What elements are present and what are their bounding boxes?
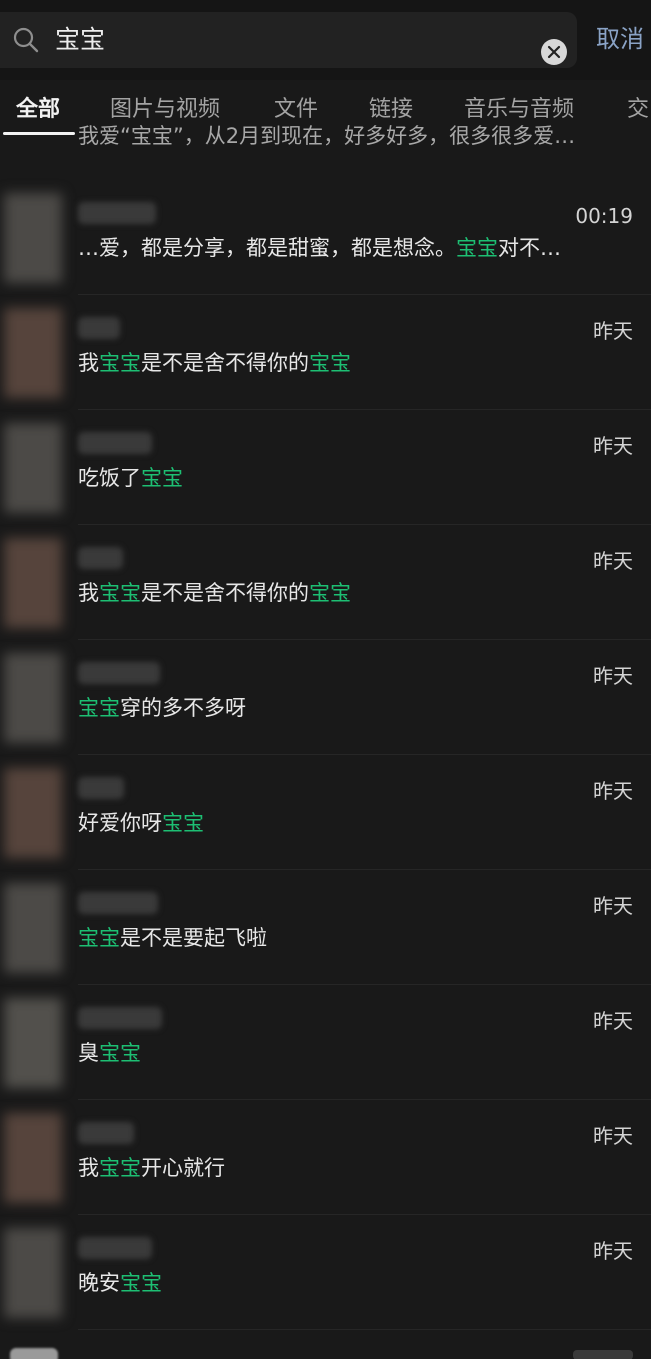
message-text: 是不是舍不得你的 xyxy=(141,581,309,605)
avatar xyxy=(10,1348,58,1359)
keyword-highlight: 宝宝 xyxy=(78,926,120,950)
result-message: 我宝宝是不是舍不得你的宝宝 xyxy=(78,578,618,608)
partial-result-row[interactable] xyxy=(0,1345,651,1359)
contact-name-redacted xyxy=(78,202,156,224)
message-text: 吃饭了 xyxy=(78,466,141,490)
result-time: 昨天 xyxy=(593,779,633,803)
result-message: 宝宝是不是要起飞啦 xyxy=(78,923,618,953)
result-message: 吃饭了宝宝 xyxy=(78,463,618,493)
result-time: 昨天 xyxy=(593,1009,633,1033)
contact-name-redacted xyxy=(78,432,152,454)
avatar xyxy=(4,308,62,398)
result-row[interactable]: 昨天吃饭了宝宝 xyxy=(0,410,651,525)
message-text: 开心就行 xyxy=(141,1156,225,1180)
message-text: 我 xyxy=(78,351,99,375)
clipped-result-snippet: 我爱“宝宝”，从2月到现在，好多好多，很多很多爱… xyxy=(78,124,576,148)
search-results-screen: 宝宝 取消 全部 图片与视频 文件 链接 音乐与音频 交 我爱“宝宝”，从2月到… xyxy=(0,0,651,1359)
result-time: 昨天 xyxy=(593,1124,633,1148)
row-divider xyxy=(78,1329,651,1330)
result-message: 晚安宝宝 xyxy=(78,1268,618,1298)
contact-name-redacted xyxy=(78,1122,134,1144)
keyword-highlight: 宝宝 xyxy=(99,1041,141,1065)
keyword-highlight: 宝宝 xyxy=(141,466,183,490)
keyword-highlight: 宝宝 xyxy=(309,581,351,605)
result-row[interactable]: 昨天我宝宝开心就行 xyxy=(0,1100,651,1215)
contact-name-redacted xyxy=(78,317,120,339)
result-time: 昨天 xyxy=(593,434,633,458)
message-text: 晚安 xyxy=(78,1271,120,1295)
contact-name-redacted xyxy=(78,777,124,799)
result-time: 昨天 xyxy=(593,549,633,573)
keyword-highlight: 宝宝 xyxy=(99,351,141,375)
message-text: 好爱你呀 xyxy=(78,811,162,835)
keyword-highlight: 宝宝 xyxy=(120,1271,162,1295)
message-text: …爱，都是分享，都是甜蜜，都是想念。 xyxy=(78,236,456,260)
avatar xyxy=(4,998,62,1088)
keyword-highlight: 宝宝 xyxy=(456,236,498,260)
contact-name-redacted xyxy=(78,547,123,569)
result-row[interactable]: 昨天 我宝宝是不是舍不得你的宝宝 xyxy=(0,525,651,640)
keyword-highlight: 宝宝 xyxy=(99,1156,141,1180)
message-text: 臭 xyxy=(78,1041,99,1065)
avatar xyxy=(4,768,62,858)
keyword-highlight: 宝宝 xyxy=(162,811,204,835)
result-message: 宝宝穿的多不多呀 xyxy=(78,693,618,723)
result-row[interactable]: 昨天臭宝宝 xyxy=(0,985,651,1100)
result-message: 臭宝宝 xyxy=(78,1038,618,1068)
result-row[interactable]: 昨天好爱你呀宝宝 xyxy=(0,755,651,870)
tab-more[interactable]: 交 xyxy=(627,95,649,125)
result-time: 昨天 xyxy=(593,894,633,918)
search-input[interactable]: 宝宝 xyxy=(0,12,577,68)
contact-name-redacted xyxy=(78,1007,162,1029)
message-text: 是不是要起飞啦 xyxy=(120,926,267,950)
message-text: 我 xyxy=(78,1156,99,1180)
result-message: 好爱你呀宝宝 xyxy=(78,808,618,838)
result-row[interactable]: 昨天 我宝宝是不是舍不得你的宝宝 xyxy=(0,295,651,410)
result-message: 我宝宝是不是舍不得你的宝宝 xyxy=(78,348,618,378)
avatar xyxy=(4,653,62,743)
active-tab-indicator xyxy=(3,132,75,135)
result-row[interactable]: 昨天宝宝穿的多不多呀 xyxy=(0,640,651,755)
message-text: 穿的多不多呀 xyxy=(120,696,246,720)
contact-name-redacted xyxy=(78,1237,152,1259)
message-text: 是不是舍不得你的 xyxy=(141,351,309,375)
result-time: 昨天 xyxy=(593,1239,633,1263)
result-row[interactable]: 00:19 …爱，都是分享，都是甜蜜，都是想念。宝宝对不… xyxy=(0,180,651,295)
result-message: …爱，都是分享，都是甜蜜，都是想念。宝宝对不… xyxy=(78,233,618,263)
result-message: 我宝宝开心就行 xyxy=(78,1153,618,1183)
avatar xyxy=(4,1113,62,1203)
avatar xyxy=(4,193,62,283)
message-text: 我 xyxy=(78,581,99,605)
search-query[interactable]: 宝宝 xyxy=(55,23,105,57)
contact-name-redacted xyxy=(78,662,160,684)
result-row[interactable]: 昨天宝宝是不是要起飞啦 xyxy=(0,870,651,985)
tab-all[interactable]: 全部 xyxy=(16,95,60,125)
avatar xyxy=(4,1228,62,1318)
result-time: 昨天 xyxy=(593,664,633,688)
result-time: 昨天 xyxy=(593,319,633,343)
message-text: 对不… xyxy=(498,236,561,260)
result-row[interactable]: 昨天晚安宝宝 xyxy=(0,1215,651,1330)
avatar xyxy=(4,538,62,628)
keyword-highlight: 宝宝 xyxy=(309,351,351,375)
clear-icon[interactable] xyxy=(541,39,567,65)
keyword-highlight: 宝宝 xyxy=(78,696,120,720)
time-label-partial xyxy=(573,1350,633,1359)
contact-name-redacted xyxy=(78,892,158,914)
search-icon xyxy=(12,26,40,54)
keyword-highlight: 宝宝 xyxy=(99,581,141,605)
cancel-button[interactable]: 取消 xyxy=(596,22,644,56)
avatar xyxy=(4,883,62,973)
search-header: 宝宝 取消 xyxy=(0,0,651,80)
result-time: 00:19 xyxy=(575,204,633,228)
avatar xyxy=(4,423,62,513)
